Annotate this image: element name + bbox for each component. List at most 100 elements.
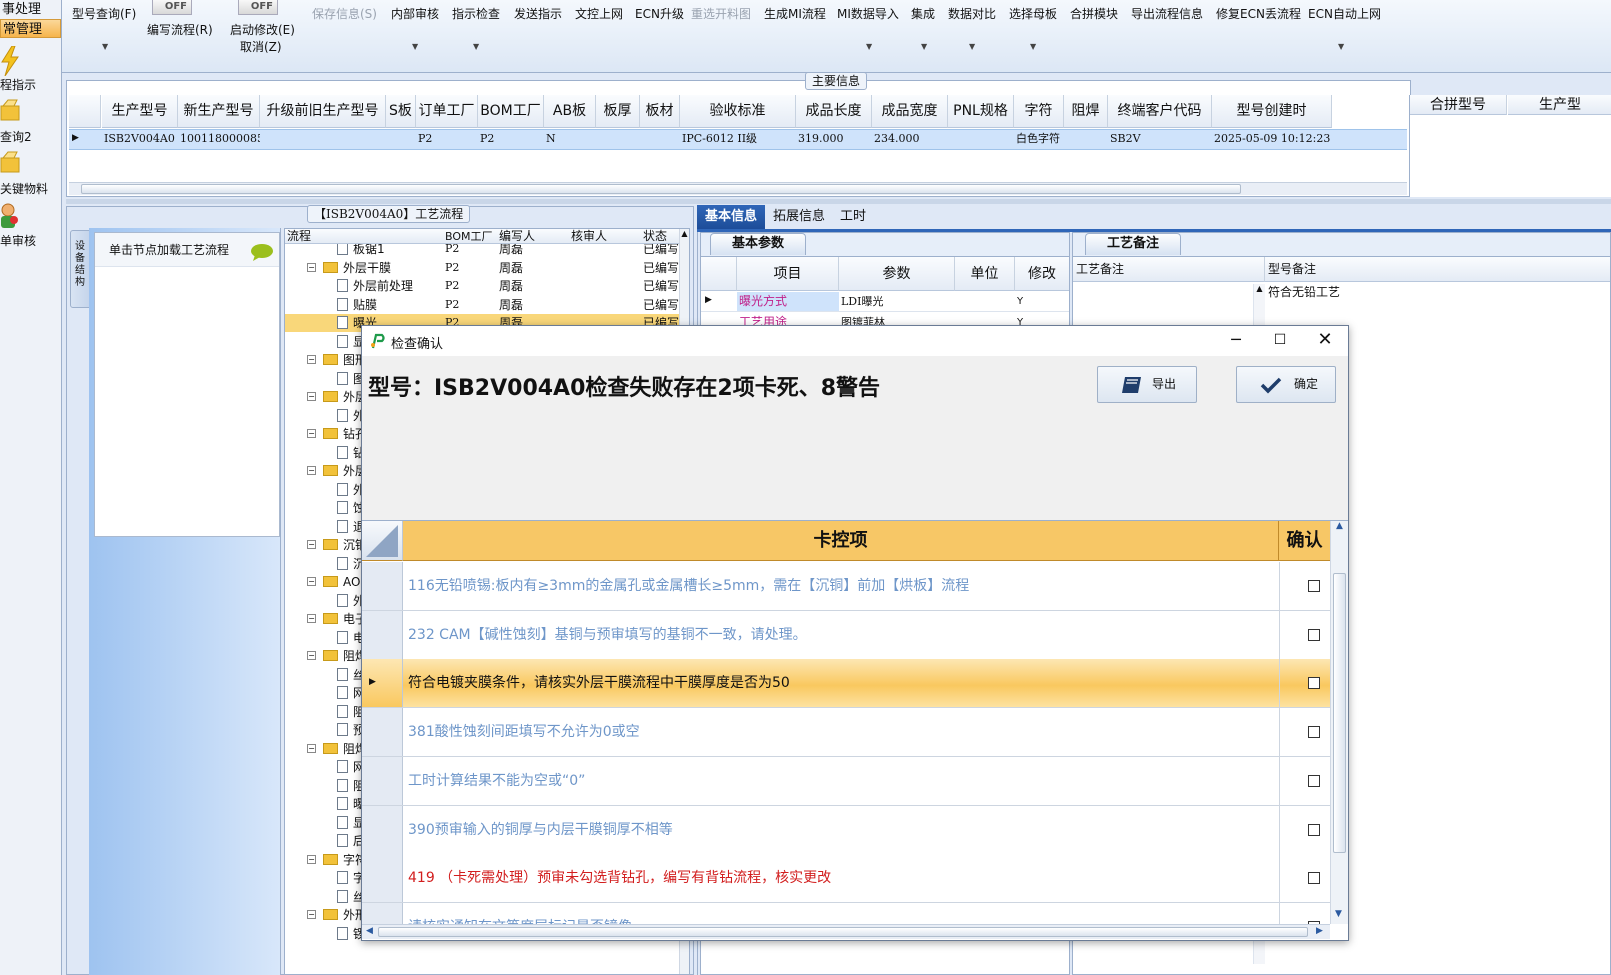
dialog-vscrollbar[interactable]: ▲ ▼: [1330, 521, 1348, 924]
main-col-header[interactable]: 验收标准: [680, 95, 796, 128]
export-button[interactable]: 导出: [1097, 366, 1197, 403]
collapse-icon[interactable]: −: [307, 651, 316, 660]
write-flow-toggle[interactable]: OFF: [152, 0, 192, 15]
export-flow-info-button[interactable]: 导出流程信息: [1131, 8, 1203, 21]
scroll-thumb[interactable]: [1333, 573, 1346, 853]
doc-control-online-button[interactable]: 文控上网: [575, 8, 623, 21]
main-col-header[interactable]: 成品宽度: [872, 95, 948, 128]
check-item-row[interactable]: 116无铅喷锡:板内有≥3mm的金属孔或金属槽长≥5mm，需在【沉铜】前加【烘板…: [362, 562, 1330, 611]
main-cell[interactable]: 234.000: [872, 129, 948, 149]
select-master-button[interactable]: 选择母板: [1009, 8, 1057, 21]
chevron-down-icon[interactable]: ▼: [1338, 42, 1344, 51]
instruction-check-button[interactable]: 指示检查: [452, 8, 500, 21]
start-modify-button[interactable]: 启动修改(E): [230, 24, 295, 37]
main-col-header[interactable]: 板厚: [596, 95, 640, 128]
chevron-down-icon[interactable]: ▼: [921, 42, 927, 51]
chevron-down-icon[interactable]: ▼: [866, 42, 872, 51]
main-info-hscrollbar[interactable]: [69, 182, 1407, 195]
chevron-down-icon[interactable]: ▼: [1030, 42, 1036, 51]
collapse-icon[interactable]: −: [307, 540, 316, 549]
tab-basic-info[interactable]: 基本信息: [697, 205, 766, 229]
tab-craft-notes[interactable]: 工艺备注: [1085, 233, 1181, 255]
write-flow-button[interactable]: 编写流程(R): [147, 24, 213, 37]
main-cell[interactable]: IPC-6012 II级: [680, 129, 796, 149]
main-cell[interactable]: P2: [478, 129, 544, 149]
dialog-titlebar[interactable]: 检查确认 ─ ☐ ✕: [362, 326, 1348, 356]
tree-row[interactable]: 贴膜 P2 周磊 已编写: [285, 296, 679, 314]
main-col-header[interactable]: AB板: [544, 95, 596, 128]
main-col-header[interactable]: 成品长度: [796, 95, 872, 128]
fix-ecn-lost-flow-button[interactable]: 修复ECN丢流程: [1216, 8, 1301, 21]
dialog-hscrollbar[interactable]: ◀ ▶: [362, 924, 1330, 939]
confirm-checkbox[interactable]: [1308, 774, 1320, 787]
confirm-checkbox[interactable]: [1308, 580, 1320, 592]
main-col-header[interactable]: 字符: [1014, 95, 1064, 128]
main-col-header[interactable]: 型号创建时: [1212, 95, 1332, 128]
main-cell[interactable]: [640, 129, 680, 149]
confirm-checkbox[interactable]: [1308, 628, 1320, 641]
main-col-header[interactable]: 终端客户代码: [1108, 95, 1212, 128]
cancel-button[interactable]: 取消(Z): [240, 41, 282, 54]
splitter[interactable]: [66, 199, 1611, 204]
nav-item-process-instruction[interactable]: 程指示: [0, 44, 61, 96]
save-info-button[interactable]: 保存信息(S): [312, 8, 377, 21]
main-col-header[interactable]: 订单工厂: [416, 95, 478, 128]
reselect-cutting-button[interactable]: 重选开料图: [691, 8, 751, 21]
nav-item-affairs[interactable]: 事处理: [0, 0, 61, 19]
integrate-button[interactable]: 集成: [911, 8, 935, 21]
param-row[interactable]: ▶ 曝光方式 LDI曝光 Y: [701, 292, 1069, 312]
tree-row[interactable]: 板锯1 P2 周磊 已编写: [285, 244, 679, 258]
main-col-header[interactable]: 升级前旧生产型号: [260, 95, 386, 128]
main-col-header[interactable]: S板: [386, 95, 416, 128]
main-cell[interactable]: 319.000: [796, 129, 872, 149]
check-item-row[interactable]: 请核实通知在文等度层标记是否镜像: [362, 902, 1330, 924]
nav-item-order-review[interactable]: 单审核: [0, 200, 61, 252]
main-cell[interactable]: P2: [416, 129, 478, 149]
main-col-header[interactable]: PNL规格: [948, 95, 1014, 128]
confirm-checkbox[interactable]: [1308, 726, 1320, 739]
main-cell[interactable]: SB2V: [1108, 129, 1212, 149]
model-query-button[interactable]: 型号查询(F): [72, 8, 136, 21]
confirm-checkbox[interactable]: [1308, 677, 1320, 690]
send-instruction-button[interactable]: 发送指示: [514, 8, 562, 21]
collapse-icon[interactable]: −: [307, 910, 316, 919]
main-cell[interactable]: N: [544, 129, 596, 149]
confirm-checkbox[interactable]: [1308, 823, 1320, 836]
main-col-header[interactable]: 阻焊: [1064, 95, 1108, 128]
generate-mi-flow-button[interactable]: 生成MI流程: [764, 8, 826, 21]
minimize-icon[interactable]: ─: [1224, 329, 1248, 353]
nav-item-key-material[interactable]: 关键物料: [0, 148, 61, 200]
main-col-header[interactable]: BOM工厂: [478, 95, 544, 128]
scroll-thumb[interactable]: [81, 184, 1241, 194]
collapse-icon[interactable]: −: [307, 614, 316, 623]
tab-basic-params[interactable]: 基本参数: [710, 233, 806, 255]
collapse-icon[interactable]: −: [307, 577, 316, 586]
main-cell[interactable]: [596, 129, 640, 149]
chevron-down-icon[interactable]: ▼: [473, 42, 479, 51]
ecn-upgrade-button[interactable]: ECN升级: [635, 8, 684, 21]
chevron-down-icon[interactable]: ▼: [969, 42, 975, 51]
check-item-row[interactable]: 工时计算结果不能为空或“0”: [362, 756, 1330, 806]
nav-item-management[interactable]: 常管理: [0, 19, 61, 38]
scroll-thumb[interactable]: [378, 927, 1308, 937]
main-cell[interactable]: 2025-05-09 10:12:23: [1212, 129, 1332, 149]
main-cell[interactable]: [386, 129, 416, 149]
main-cell[interactable]: 10011800008508: [178, 129, 260, 149]
tree-row[interactable]: 外层前处理 P2 周磊 已编写: [285, 277, 679, 295]
collapse-icon[interactable]: −: [307, 355, 316, 364]
main-cell[interactable]: [948, 129, 1014, 149]
main-col-header[interactable]: 新生产型号: [178, 95, 260, 128]
merge-module-button[interactable]: 合拼模块: [1070, 8, 1118, 21]
collapse-icon[interactable]: −: [307, 466, 316, 475]
close-icon[interactable]: ✕: [1313, 329, 1337, 353]
check-item-row[interactable]: 381酸性蚀刻间距填写不允许为0或空: [362, 708, 1330, 758]
check-item-row[interactable]: ▶ 符合电镀夹膜条件，请核实外层干膜流程中干膜厚度是否为50: [362, 659, 1330, 709]
main-cell[interactable]: [260, 129, 386, 149]
collapse-icon[interactable]: −: [307, 854, 316, 864]
check-item-row[interactable]: 232 CAM【碱性蚀刻】基铜与预审填写的基铜不一致，请处理。: [362, 610, 1330, 660]
collapse-icon[interactable]: −: [307, 429, 316, 438]
check-item-row[interactable]: 390预审输入的铜厚与内层干膜铜厚不相等: [362, 805, 1330, 855]
confirm-checkbox[interactable]: [1308, 872, 1320, 885]
chevron-down-icon[interactable]: ▼: [412, 42, 418, 51]
collapse-icon[interactable]: −: [307, 392, 316, 401]
